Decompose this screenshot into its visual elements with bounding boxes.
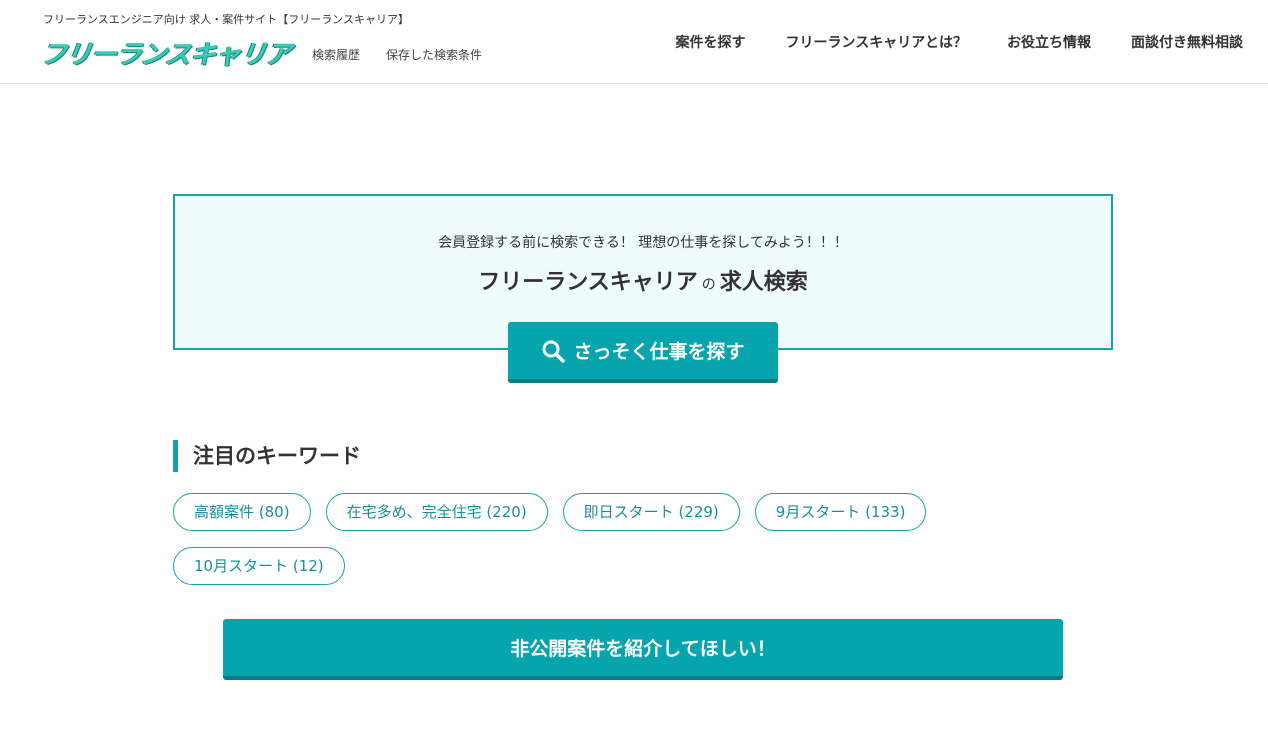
main-nav: 案件を探す フリーランスキャリアとは？ お役立ち情報 面談付き無料相談 (676, 32, 1243, 52)
nav-item-find-jobs[interactable]: 案件を探す (676, 32, 746, 52)
keyword-chip[interactable]: 在宅多め、完全住宅 (220) (325, 493, 548, 531)
find-jobs-button[interactable]: さっそく仕事を探す (508, 322, 778, 383)
keyword-chip-list: 高額案件 (80) 在宅多め、完全住宅 (220) 即日スタート (229) 9… (173, 493, 973, 585)
search-panel-subtitle: 会員登録する前に検索できる！ 理想の仕事を探してみよう！！！ (438, 235, 848, 251)
search-title-main: 求人検索 (719, 270, 808, 295)
keyword-chip[interactable]: 即日スタート (229) (562, 493, 740, 531)
keyword-chip[interactable]: 9月スタート (133) (754, 493, 927, 531)
search-title-particle: の (701, 277, 716, 293)
search-panel-title: フリーランスキャリアの求人検索 (175, 264, 1111, 296)
site-tagline: フリーランスエンジニア向け 求人・案件サイト【フリーランスキャリア】 (43, 13, 410, 26)
nav-item-free-consultation[interactable]: 面談付き無料相談 (1131, 32, 1243, 52)
featured-keywords-heading: 注目のキーワード (173, 440, 361, 472)
header-sublinks: 検索履歴 保存した検索条件 (312, 46, 482, 63)
search-icon (541, 339, 566, 363)
request-private-jobs-button[interactable]: 非公開案件を紹介してほしい！ (223, 619, 1063, 680)
search-title-brand: フリーランスキャリア (478, 270, 698, 295)
site-logo[interactable]: フリーランスキャリア (38, 34, 293, 71)
find-jobs-button-label: さっそく仕事を探す (573, 341, 745, 363)
keyword-chip[interactable]: 高額案件 (80) (173, 493, 311, 531)
nav-item-about[interactable]: フリーランスキャリアとは？ (786, 32, 967, 52)
site-header: フリーランスエンジニア向け 求人・案件サイト【フリーランスキャリア】 フリーラン… (0, 0, 1268, 84)
search-history-link[interactable]: 検索履歴 (312, 46, 360, 63)
saved-search-conditions-link[interactable]: 保存した検索条件 (386, 46, 482, 63)
keyword-chip[interactable]: 10月スタート (12) (173, 547, 345, 585)
nav-item-useful-info[interactable]: お役立ち情報 (1007, 32, 1091, 52)
